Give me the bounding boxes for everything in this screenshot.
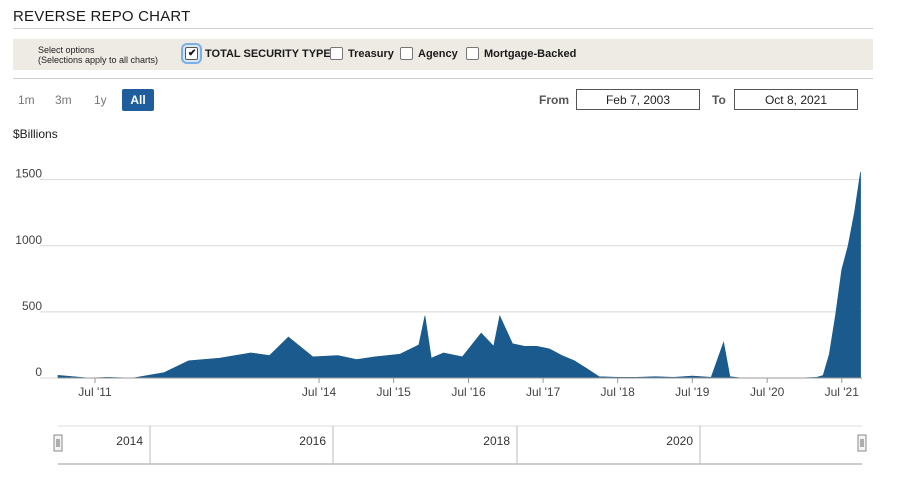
page-title: REVERSE REPO CHART bbox=[13, 8, 191, 25]
x-tick-label: Jul '20 bbox=[750, 385, 785, 399]
series-area-total-security-types bbox=[57, 171, 861, 379]
treasury-checkbox[interactable] bbox=[330, 47, 343, 60]
option-label: TOTAL SECURITY TYPES bbox=[205, 47, 339, 60]
checkbox-focus-ring: ✔ bbox=[183, 45, 200, 62]
option-mortgage-backed[interactable]: Mortgage-Backed bbox=[466, 47, 576, 60]
options-bar: Select options (Selections apply to all … bbox=[13, 39, 873, 70]
y-axis-label: $Billions bbox=[13, 127, 58, 141]
checkmark-icon: ✔ bbox=[188, 48, 197, 59]
x-axis-ticks: Jul '11 Jul '14 Jul '15 Jul '16 Jul '17 Jul '… bbox=[78, 378, 859, 399]
x-tick-label: Jul '19 bbox=[675, 385, 710, 399]
y-tick-label: 500 bbox=[22, 299, 42, 313]
range-navigator[interactable]: 2014 2016 2018 2020 bbox=[0, 418, 906, 470]
total-security-types-checkbox[interactable]: ✔ bbox=[185, 47, 198, 60]
options-caption-line1: Select options bbox=[38, 45, 95, 55]
navigator-year-labels: 2014 2016 2018 2020 bbox=[116, 434, 693, 448]
mortgage-backed-checkbox[interactable] bbox=[466, 47, 479, 60]
y-tick-label: 1000 bbox=[15, 233, 42, 247]
y-tick-label: 0 bbox=[35, 365, 42, 379]
x-tick-label: Jul '16 bbox=[451, 385, 486, 399]
option-label: Mortgage-Backed bbox=[484, 47, 577, 60]
to-date-input[interactable]: Oct 8, 2021 bbox=[734, 89, 858, 110]
x-tick-label: Jul '17 bbox=[526, 385, 561, 399]
from-date-input[interactable]: Feb 7, 2003 bbox=[576, 89, 700, 110]
x-tick-label: Jul '21 bbox=[825, 385, 860, 399]
options-divider bbox=[13, 78, 873, 79]
range-button-all[interactable]: All bbox=[122, 89, 154, 111]
agency-checkbox[interactable] bbox=[400, 47, 413, 60]
range-button-1y[interactable]: 1y bbox=[94, 93, 107, 107]
grid-lines bbox=[40, 179, 862, 379]
option-total-security-types[interactable]: ✔ TOTAL SECURITY TYPES bbox=[183, 45, 338, 62]
navigator-year-label: 2020 bbox=[666, 434, 693, 448]
option-treasury[interactable]: Treasury bbox=[330, 47, 394, 60]
x-tick-label: Jul '14 bbox=[302, 385, 337, 399]
options-caption: Select options (Selections apply to all … bbox=[38, 45, 158, 65]
option-label: Treasury bbox=[348, 47, 394, 60]
x-tick-label: Jul '11 bbox=[78, 385, 112, 399]
navigator-year-label: 2018 bbox=[483, 434, 510, 448]
x-tick-label: Jul '15 bbox=[377, 385, 412, 399]
y-tick-label: 1500 bbox=[15, 167, 42, 181]
navigator-left-handle[interactable] bbox=[53, 434, 63, 452]
navigator-right-handle[interactable] bbox=[857, 434, 867, 452]
from-label: From bbox=[539, 93, 569, 107]
to-label: To bbox=[712, 93, 726, 107]
title-divider bbox=[13, 28, 873, 29]
navigator-year-label: 2014 bbox=[116, 434, 143, 448]
option-label: Agency bbox=[418, 47, 458, 60]
reverse-repo-chart: 050010001500 Jul '11 Jul '14 Jul '15 Jul '1… bbox=[15, 167, 862, 399]
navigator-year-label: 2016 bbox=[299, 434, 326, 448]
range-button-3m[interactable]: 3m bbox=[55, 93, 72, 107]
x-tick-label: Jul '18 bbox=[601, 385, 636, 399]
option-agency[interactable]: Agency bbox=[400, 47, 458, 60]
options-caption-line2: (Selections apply to all charts) bbox=[38, 55, 159, 65]
y-axis-ticks: 0 500 1000 1500 bbox=[15, 167, 42, 379]
navigator-dividers bbox=[149, 426, 701, 464]
range-button-1m[interactable]: 1m bbox=[18, 93, 35, 107]
